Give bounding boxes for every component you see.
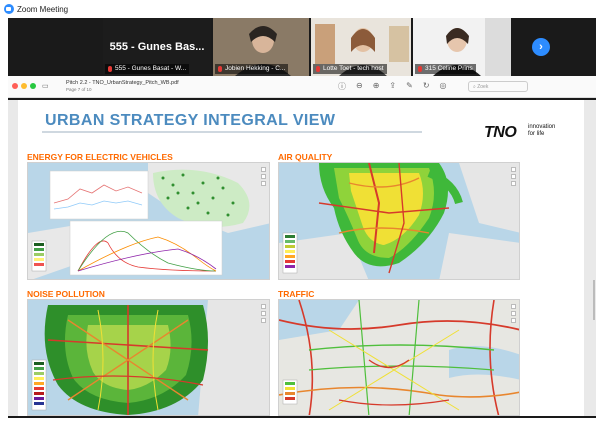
zoom-out-button[interactable] — [511, 174, 516, 179]
map-noise-controls — [261, 304, 266, 344]
map-air-quality-controls — [511, 167, 516, 207]
info-icon[interactable]: ⓘ — [338, 81, 346, 92]
pdf-scrollbar[interactable] — [593, 280, 595, 320]
panel-title-air-quality: AIR QUALITY — [278, 152, 333, 162]
participant-label: 315 Celine Prins — [415, 64, 476, 74]
participant-name: Lotte Toet - tech host — [323, 65, 384, 72]
mic-muted-icon — [418, 66, 422, 72]
participant-tile-3[interactable]: Lotte Toet - tech host — [311, 18, 411, 76]
panel-title-traffic: TRAFFIC — [278, 289, 315, 299]
zoom-in-button[interactable] — [261, 167, 266, 172]
mic-muted-icon — [316, 66, 320, 72]
pdf-margin-right — [584, 100, 596, 416]
chevron-right-icon: › — [539, 41, 543, 53]
map-energy — [27, 162, 270, 280]
tno-logo: TNO — [484, 124, 517, 141]
next-participants-button[interactable]: › — [532, 38, 550, 56]
tno-tagline: innovation for life — [528, 124, 556, 137]
window-titlebar: Zoom Meeting — [0, 0, 601, 18]
minimize-window-button[interactable] — [21, 83, 27, 89]
map-air-quality — [278, 162, 520, 280]
zoom-in-button[interactable] — [261, 304, 266, 309]
annotate-icon[interactable]: ✎ — [406, 81, 413, 92]
layers-button[interactable] — [511, 318, 516, 323]
window-controls — [12, 83, 36, 89]
close-window-button[interactable] — [12, 83, 18, 89]
panel-title-noise: NOISE POLLUTION — [27, 289, 105, 299]
pdf-page-info: Page 7 of 10 — [66, 87, 92, 92]
zoom-in-icon[interactable]: ⊕ — [373, 81, 380, 92]
layers-button[interactable] — [261, 318, 266, 323]
pdf-toolbar: ▭ Pitch 2.2 - TNO_UrbanStrategy_Pitch_WB… — [8, 76, 596, 98]
panel-title-energy: ENERGY FOR ELECTRIC VEHICLES — [27, 152, 173, 162]
map-energy-controls — [261, 167, 266, 207]
pdf-margin-left — [8, 100, 18, 416]
search-input[interactable]: ⌕ Zoek — [468, 81, 528, 92]
pdf-slide: URBAN STRATEGY INTEGRAL VIEW TNO innovat… — [18, 100, 584, 416]
map-traffic-graphic — [279, 300, 519, 415]
map-traffic-controls — [511, 304, 516, 344]
slide-title: URBAN STRATEGY INTEGRAL VIEW — [45, 112, 336, 129]
pdf-filename: Pitch 2.2 - TNO_UrbanStrategy_Pitch_WB.p… — [66, 80, 179, 86]
participant-label: 555 - Gunes Basat - W... — [105, 64, 190, 74]
maximize-window-button[interactable] — [30, 83, 36, 89]
zoom-in-button[interactable] — [511, 167, 516, 172]
map-air-quality-graphic — [279, 163, 519, 279]
participant-name: 555 - Gunes Basat - W... — [115, 65, 187, 72]
participant-name: Jobien Hekking - C... — [225, 65, 286, 72]
zoom-logo-icon — [4, 4, 14, 14]
participant-tile-active[interactable]: 555 - Gunes Bas... 555 - Gunes Basat - W… — [103, 18, 211, 76]
map-traffic — [278, 299, 520, 416]
zoom-out-button[interactable] — [261, 311, 266, 316]
participant-tile-2[interactable]: Jobien Hekking - C... — [213, 18, 309, 76]
map-energy-graphic — [28, 163, 269, 279]
participant-tile-4[interactable]: 315 Celine Prins — [413, 18, 511, 76]
mic-muted-icon — [218, 66, 222, 72]
participant-name: 315 Celine Prins — [425, 65, 473, 72]
mic-muted-icon — [108, 66, 112, 72]
markup-icon[interactable]: ◎ — [440, 81, 447, 92]
zoom-out-button[interactable] — [511, 311, 516, 316]
participant-label: Lotte Toet - tech host — [313, 64, 387, 74]
participant-label: Jobien Hekking - C... — [215, 64, 289, 74]
zoom-out-button[interactable] — [261, 174, 266, 179]
layers-button[interactable] — [261, 181, 266, 186]
zoom-out-icon[interactable]: ⊖ — [356, 81, 363, 92]
window-title: Zoom Meeting — [17, 4, 69, 14]
zoom-in-button[interactable] — [511, 304, 516, 309]
rotate-icon[interactable]: ↻ — [423, 81, 430, 92]
share-icon[interactable]: ⇪ — [389, 81, 396, 92]
sidebar-toggle-icon[interactable]: ▭ — [42, 82, 49, 90]
layers-button[interactable] — [511, 181, 516, 186]
map-noise-graphic — [28, 300, 269, 415]
pdf-tools: ⓘ ⊖ ⊕ ⇪ ✎ ↻ ◎ — [338, 81, 447, 92]
participant-strip: 555 - Gunes Bas... 555 - Gunes Basat - W… — [8, 18, 596, 76]
map-noise — [27, 299, 270, 416]
